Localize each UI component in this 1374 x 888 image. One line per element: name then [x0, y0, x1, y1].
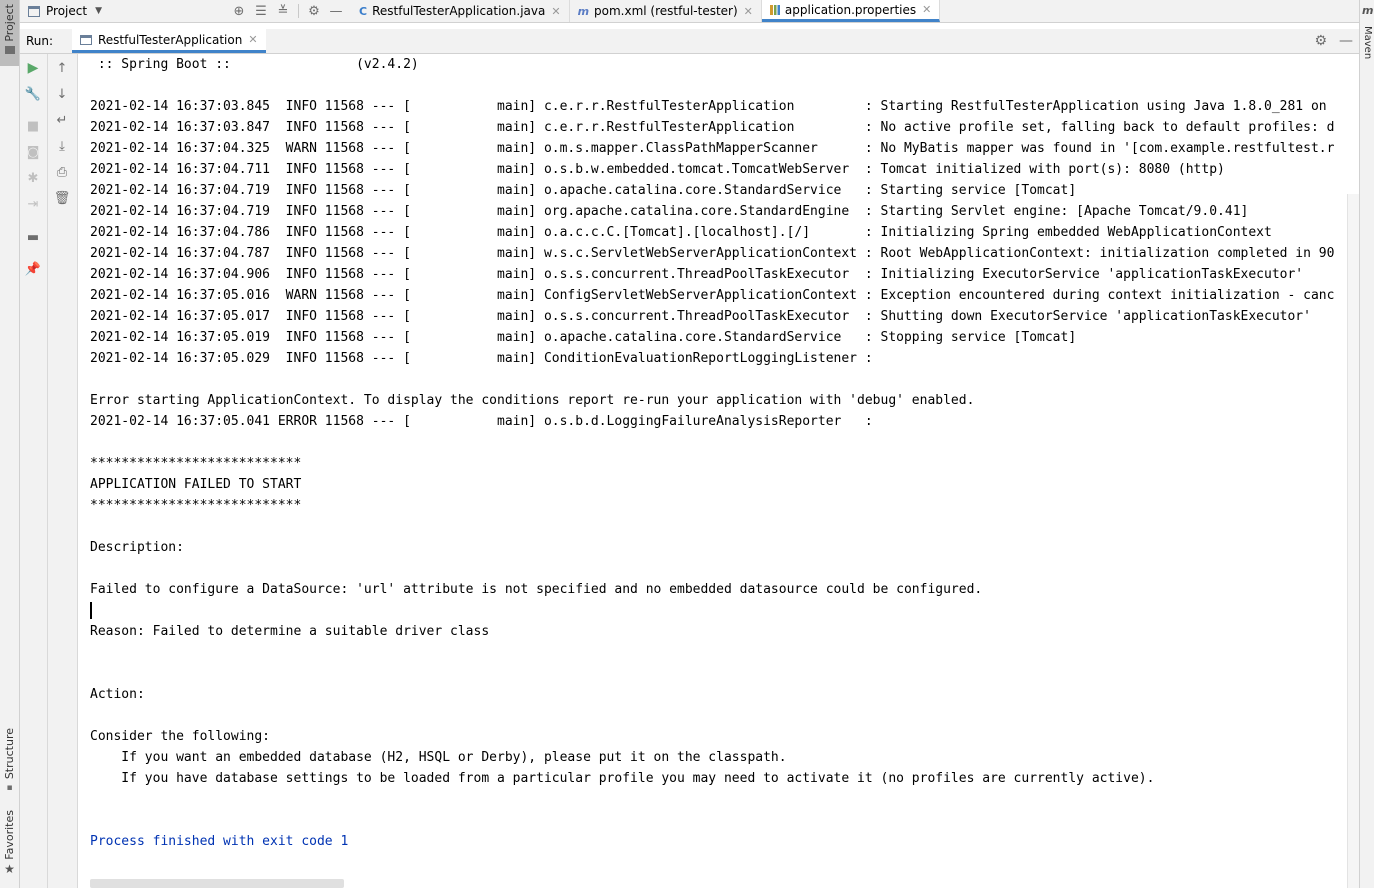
project-window-icon	[28, 5, 40, 17]
console-line: 2021-02-14 16:37:03.845 INFO 11568 --- […	[90, 99, 1327, 114]
run-tab-label: RestfulTesterApplication	[98, 32, 243, 47]
maven-file-icon: m	[577, 4, 590, 18]
editor-tab-label: application.properties	[784, 2, 917, 17]
run-config-tab[interactable]: RestfulTesterApplication ✕	[72, 29, 266, 53]
structure-icon: ▪	[6, 783, 13, 794]
minimize-icon[interactable]: —	[1339, 33, 1353, 49]
console-line: Consider the following:	[90, 729, 271, 744]
pin-icon[interactable]: 📌	[24, 260, 42, 278]
close-icon[interactable]: ✕	[551, 5, 560, 18]
rerun-icon[interactable]: ▶	[24, 59, 42, 77]
right-tool-stripe: m Maven	[1359, 0, 1374, 888]
run-panel-actions: ⚙ —	[1314, 29, 1353, 53]
maven-tab-label[interactable]: Maven	[1362, 26, 1373, 59]
left-tool-stripe: Project Structure ▪ Favorites ★	[0, 0, 20, 888]
project-selector[interactable]: Project ▼	[20, 4, 228, 18]
console-line: 2021-02-14 16:37:05.041 ERROR 11568 --- …	[90, 414, 873, 429]
editor-tab-properties[interactable]: application.properties ✕	[761, 0, 941, 22]
console-line: 2021-02-14 16:37:04.787 INFO 11568 --- […	[90, 246, 1335, 261]
console-line: Reason: Failed to determine a suitable d…	[90, 624, 490, 639]
editor-tab-pom[interactable]: m pom.xml (restful-tester) ✕	[570, 0, 762, 22]
console-line: If you have database settings to be load…	[90, 771, 1155, 786]
top-bar: Project ▼ ⊕ ☰ ≚ ⚙ — C RestfulTesterAppli…	[20, 0, 1359, 23]
properties-file-icon	[769, 4, 780, 15]
console-output[interactable]: :: Spring Boot :: (v2.4.2) 2021-02-14 16…	[78, 54, 1359, 888]
locate-icon[interactable]: ⊕	[228, 0, 250, 22]
favorites-tab-label: Favorites	[3, 810, 16, 860]
structure-tool-tab[interactable]: Structure ▪	[0, 728, 19, 794]
application-icon	[80, 34, 92, 45]
vertical-scrollbar[interactable]	[1347, 194, 1359, 888]
run-toolbar-primary: ▶ 🔧 ■ ◙ ✱ ⇥ ▬ 📌	[20, 54, 48, 888]
arrow-down-icon[interactable]: ↓	[53, 85, 71, 103]
toolbar-divider	[298, 4, 299, 18]
print-icon[interactable]: ⎙	[53, 163, 71, 181]
minimize-icon[interactable]: —	[325, 0, 347, 22]
console-line: 2021-02-14 16:37:05.029 INFO 11568 --- […	[90, 351, 873, 366]
console-line: 2021-02-14 16:37:04.906 INFO 11568 --- […	[90, 267, 1304, 282]
close-icon[interactable]: ✕	[922, 3, 931, 16]
editor-tab-label: RestfulTesterApplication.java	[372, 4, 546, 18]
folder-icon	[4, 45, 15, 54]
wrench-icon[interactable]: 🔧	[24, 85, 42, 103]
console-line: 2021-02-14 16:37:04.711 INFO 11568 --- […	[90, 162, 1225, 177]
console-line: 2021-02-14 16:37:04.325 WARN 11568 --- […	[90, 141, 1335, 156]
scroll-to-end-icon[interactable]: ⤓	[53, 137, 71, 155]
editor-tab-java[interactable]: C RestfulTesterApplication.java ✕	[351, 0, 570, 22]
run-label: Run:	[26, 34, 54, 48]
text-caret	[90, 602, 92, 619]
debug-bug-icon[interactable]: ✱	[24, 169, 42, 187]
console-line: 2021-02-14 16:37:05.016 WARN 11568 --- […	[90, 288, 1335, 303]
structure-tab-label: Structure	[3, 728, 16, 780]
soft-wrap-icon[interactable]: ↵	[53, 111, 71, 129]
favorites-tool-tab[interactable]: Favorites ★	[0, 810, 19, 882]
close-icon[interactable]: ✕	[248, 33, 257, 46]
layout-icon[interactable]: ▬	[24, 228, 42, 246]
console-line: Error starting ApplicationContext. To di…	[90, 393, 975, 408]
stop-icon[interactable]: ■	[24, 117, 42, 135]
console-line: 2021-02-14 16:37:04.786 INFO 11568 --- […	[90, 225, 1272, 240]
console-line: 2021-02-14 16:37:05.017 INFO 11568 --- […	[90, 309, 1311, 324]
collapse-all-icon[interactable]: ≚	[272, 0, 294, 22]
editor-tab-label: pom.xml (restful-tester)	[594, 4, 738, 18]
star-icon: ★	[4, 861, 15, 876]
console-line: If you want an embedded database (H2, HS…	[90, 750, 787, 765]
arrow-up-icon[interactable]: ↑	[53, 59, 71, 77]
maven-icon[interactable]: m	[1362, 4, 1373, 17]
console-line: 2021-02-14 16:37:05.019 INFO 11568 --- […	[90, 330, 1077, 345]
console-line: Action:	[90, 687, 145, 702]
console-line: APPLICATION FAILED TO START	[90, 477, 302, 492]
trash-icon[interactable]: 🗑	[53, 189, 71, 207]
horizontal-scrollbar[interactable]	[90, 879, 344, 888]
run-toolbar-secondary: ↑ ↓ ↵ ⤓ ⎙ 🗑	[48, 54, 78, 888]
run-panel-header: Run: RestfulTesterApplication ✕ ⚙ —	[20, 29, 1359, 54]
gear-icon[interactable]: ⚙	[303, 0, 325, 22]
console-line: 2021-02-14 16:37:04.719 INFO 11568 --- […	[90, 183, 1077, 198]
project-selector-label: Project	[46, 4, 88, 18]
console-line: ***************************	[90, 456, 302, 471]
java-class-icon: C	[359, 4, 368, 18]
process-exit-line: Process finished with exit code 1	[90, 834, 349, 849]
project-tab-label: Project	[3, 4, 16, 42]
console-line: 2021-02-14 16:37:03.847 INFO 11568 --- […	[90, 120, 1335, 135]
console-line: Description:	[90, 540, 184, 555]
gear-icon[interactable]: ⚙	[1314, 33, 1327, 49]
chevron-down-icon: ▼	[95, 6, 102, 16]
console-line: Failed to configure a DataSource: 'url' …	[90, 582, 983, 597]
exit-icon[interactable]: ⇥	[24, 195, 42, 213]
close-icon[interactable]: ✕	[744, 5, 753, 18]
project-tool-tab[interactable]: Project	[0, 0, 19, 66]
console-line: 2021-02-14 16:37:04.719 INFO 11568 --- […	[90, 204, 1249, 219]
console-line: ***************************	[90, 498, 302, 513]
console-line: :: Spring Boot :: (v2.4.2)	[90, 57, 419, 72]
expand-all-icon[interactable]: ☰	[250, 0, 272, 22]
camera-icon[interactable]: ◙	[24, 143, 42, 161]
